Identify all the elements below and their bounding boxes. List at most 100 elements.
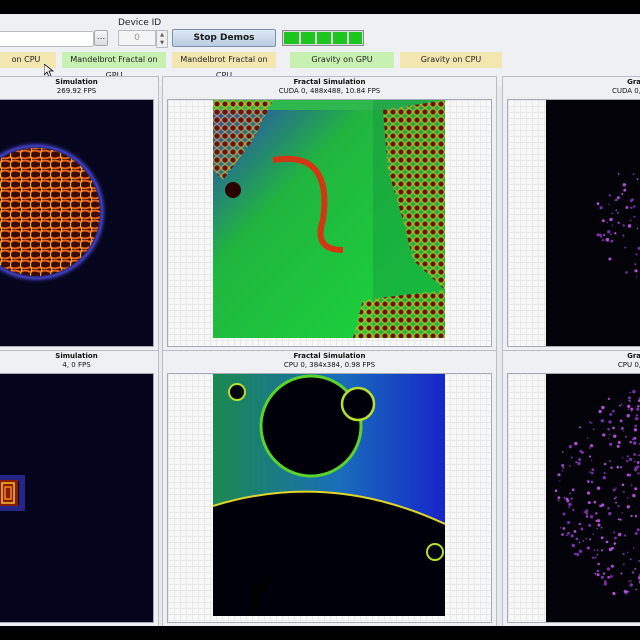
fractal-panel-cpu: Fractal Simulation CPU 0, 384x384, 0.98 … bbox=[162, 350, 497, 626]
particle bbox=[596, 549, 599, 552]
mode-button-gravity-gpu[interactable]: Gravity on GPU bbox=[290, 52, 394, 68]
particle bbox=[632, 438, 635, 441]
particle bbox=[607, 576, 610, 579]
particle bbox=[588, 524, 592, 527]
particle bbox=[621, 512, 623, 514]
particle bbox=[591, 481, 593, 483]
particle bbox=[636, 461, 640, 464]
particle bbox=[622, 234, 625, 237]
particle bbox=[618, 532, 622, 537]
particle bbox=[623, 188, 627, 192]
particle bbox=[634, 532, 638, 535]
particle bbox=[563, 497, 566, 499]
panel-title: Simulation bbox=[55, 78, 98, 86]
particle bbox=[591, 468, 595, 472]
particle bbox=[600, 536, 604, 540]
particle bbox=[632, 493, 636, 498]
particle bbox=[626, 505, 630, 509]
particle bbox=[569, 499, 571, 501]
particle bbox=[623, 430, 625, 432]
particle bbox=[594, 556, 596, 559]
turing-seed-canvas bbox=[0, 475, 25, 511]
spinner-up-icon[interactable]: ▲ bbox=[157, 31, 167, 39]
particle bbox=[622, 224, 625, 227]
progress-segment bbox=[331, 32, 333, 44]
particle bbox=[576, 552, 580, 556]
device-id-spinner[interactable]: ▲ ▼ bbox=[156, 30, 168, 48]
particle bbox=[619, 518, 622, 521]
particle bbox=[634, 417, 639, 421]
particle bbox=[600, 526, 603, 529]
particle bbox=[625, 592, 628, 595]
particle bbox=[634, 487, 638, 491]
particle bbox=[607, 230, 611, 234]
particle bbox=[618, 196, 621, 198]
mode-button-mandelbrot-cpu[interactable]: Mandelbrot Fractal on CPU bbox=[172, 52, 276, 80]
particle bbox=[603, 234, 606, 237]
particle bbox=[635, 276, 637, 278]
particle bbox=[627, 404, 631, 408]
particle bbox=[634, 269, 638, 273]
particle bbox=[589, 538, 592, 541]
particle bbox=[622, 183, 626, 187]
particle bbox=[569, 465, 571, 467]
file-path-input[interactable] bbox=[0, 31, 94, 47]
simulation-view[interactable] bbox=[507, 99, 640, 347]
particle bbox=[636, 465, 640, 468]
particle bbox=[621, 193, 624, 195]
simulation-view[interactable] bbox=[0, 373, 154, 623]
particle bbox=[611, 212, 613, 214]
simulation-view[interactable] bbox=[167, 373, 492, 623]
particle bbox=[632, 173, 635, 176]
panel-title: Fractal Simulation bbox=[293, 78, 366, 86]
panel-stats: CPU 0, 384x384, 0.98 FPS bbox=[283, 361, 376, 369]
particle bbox=[621, 427, 624, 430]
particle bbox=[635, 588, 638, 591]
particle bbox=[613, 531, 616, 534]
particle bbox=[603, 582, 607, 586]
particle bbox=[589, 471, 591, 473]
particle bbox=[633, 547, 635, 549]
mode-button-mandelbrot-gpu[interactable]: Mandelbrot Fractal on GPU bbox=[62, 52, 166, 80]
particle bbox=[574, 441, 578, 446]
particle bbox=[637, 405, 640, 408]
particle bbox=[596, 527, 598, 529]
particle bbox=[578, 549, 583, 553]
particle bbox=[617, 505, 620, 508]
progress-bar bbox=[282, 30, 364, 46]
simulation-view[interactable] bbox=[507, 373, 640, 623]
particle bbox=[595, 519, 598, 522]
stop-demos-button[interactable]: Stop Demos bbox=[172, 29, 276, 47]
particle bbox=[617, 221, 620, 224]
particle bbox=[630, 484, 633, 487]
simulation-view[interactable] bbox=[0, 99, 154, 347]
simulation-view[interactable] bbox=[167, 99, 492, 347]
device-id-input[interactable]: 0 bbox=[118, 30, 156, 46]
particle bbox=[578, 541, 581, 544]
particle bbox=[610, 233, 612, 236]
particle bbox=[619, 419, 623, 423]
particle bbox=[572, 508, 575, 511]
mode-button-gravity-cpu[interactable]: Gravity on CPU bbox=[400, 52, 502, 68]
particle bbox=[569, 492, 571, 495]
panel-stats: CUDA 0, bbox=[612, 87, 640, 95]
particle bbox=[568, 502, 572, 507]
particle bbox=[628, 399, 630, 402]
particle bbox=[596, 202, 600, 206]
particle bbox=[627, 408, 630, 411]
particle bbox=[631, 571, 635, 574]
particle bbox=[587, 491, 591, 495]
particle bbox=[630, 515, 633, 518]
particle bbox=[624, 534, 627, 537]
particle bbox=[571, 543, 576, 548]
particle bbox=[620, 403, 623, 406]
particle bbox=[571, 488, 575, 491]
particle bbox=[635, 253, 638, 256]
particle bbox=[601, 239, 604, 242]
fractal-canvas bbox=[212, 374, 446, 622]
turing-pattern-canvas bbox=[0, 140, 108, 284]
spinner-down-icon[interactable]: ▼ bbox=[157, 39, 167, 47]
particle bbox=[613, 542, 617, 545]
browse-button[interactable]: ... bbox=[94, 30, 108, 46]
particle bbox=[609, 413, 613, 416]
